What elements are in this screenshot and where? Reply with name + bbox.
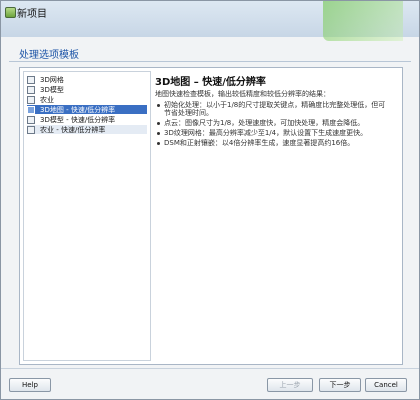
template-item-label: 3D模型 - 快速/低分辨率 — [40, 115, 116, 124]
template-item-3d-model-rapid[interactable]: 3D模型 - 快速/低分辨率 — [27, 115, 147, 124]
template-item-label: 3D地图 - 快速/低分辨率 — [40, 105, 116, 114]
logo-watermark — [323, 1, 403, 41]
description-bullet: 初始化处理：以小于1/8的尺寸提取关键点，精确度比完整处理低，但可节省处理时间。 — [157, 101, 386, 117]
title-divider — [9, 61, 411, 62]
template-list[interactable]: 3D网格 3D模型 农业 3D地图 - 快速/低分辨率 3D模型 - 快速/低分… — [23, 71, 151, 361]
description-bullet: DSM和正射镶嵌：以4倍分辨率生成，速度显著提高约16倍。 — [157, 139, 386, 147]
description-intro: 地图快速检查模板，输出较低精度和较低分辨率的结果： — [155, 90, 330, 98]
help-button[interactable]: Help — [9, 378, 51, 392]
template-icon — [27, 85, 35, 94]
template-item-3d-map-rapid[interactable]: 3D地图 - 快速/低分辨率 — [27, 105, 147, 114]
template-item-label: 3D网格 — [40, 75, 64, 84]
page-title: 处理选项模板 — [19, 50, 79, 61]
description-bullets: 初始化处理：以小于1/8的尺寸提取关键点，精确度比完整处理低，但可节省处理时间。… — [157, 101, 386, 149]
template-item-agriculture-rapid[interactable]: 农业 - 快速/低分辨率 — [27, 125, 147, 134]
description-bullet: 点云：图像尺寸为1/8，处理速度快，可加快处理，精度会降低。 — [157, 119, 386, 127]
description-title: 3D地图 – 快速/低分辨率 — [155, 77, 266, 88]
template-description: 3D地图 – 快速/低分辨率 地图快速检查模板，输出较低精度和较低分辨率的结果：… — [154, 71, 398, 359]
template-item-3d-model[interactable]: 3D模型 — [27, 85, 147, 94]
template-icon — [27, 125, 35, 134]
template-icon — [27, 75, 35, 84]
template-icon — [27, 95, 35, 104]
app-icon — [5, 7, 16, 18]
template-item-3d-mesh[interactable]: 3D网格 — [27, 75, 147, 84]
footer-divider — [1, 368, 419, 369]
template-item-label: 农业 - 快速/低分辨率 — [40, 125, 106, 134]
content-frame: 3D网格 3D模型 农业 3D地图 - 快速/低分辨率 3D模型 - 快速/低分… — [19, 67, 403, 365]
cancel-button[interactable]: Cancel — [365, 378, 407, 392]
template-item-label: 农业 — [40, 95, 54, 104]
template-item-label: 3D模型 — [40, 85, 64, 94]
title-bar: 新项目 — [1, 1, 419, 41]
template-icon — [27, 105, 35, 114]
new-project-window: 新项目 处理选项模板 3D网格 3D模型 农业 3D地图 - 快速/低分辨率 3… — [0, 0, 420, 400]
template-icon — [27, 115, 35, 124]
window-title: 新项目 — [17, 9, 47, 20]
next-button[interactable]: 下一步 — [319, 378, 361, 392]
description-bullet: 3D纹理网格：最高分辨率减少至1/4，默认设置下生成速度更快。 — [157, 129, 386, 137]
template-item-agriculture[interactable]: 农业 — [27, 95, 147, 104]
back-button[interactable]: 上一步 — [267, 378, 313, 392]
